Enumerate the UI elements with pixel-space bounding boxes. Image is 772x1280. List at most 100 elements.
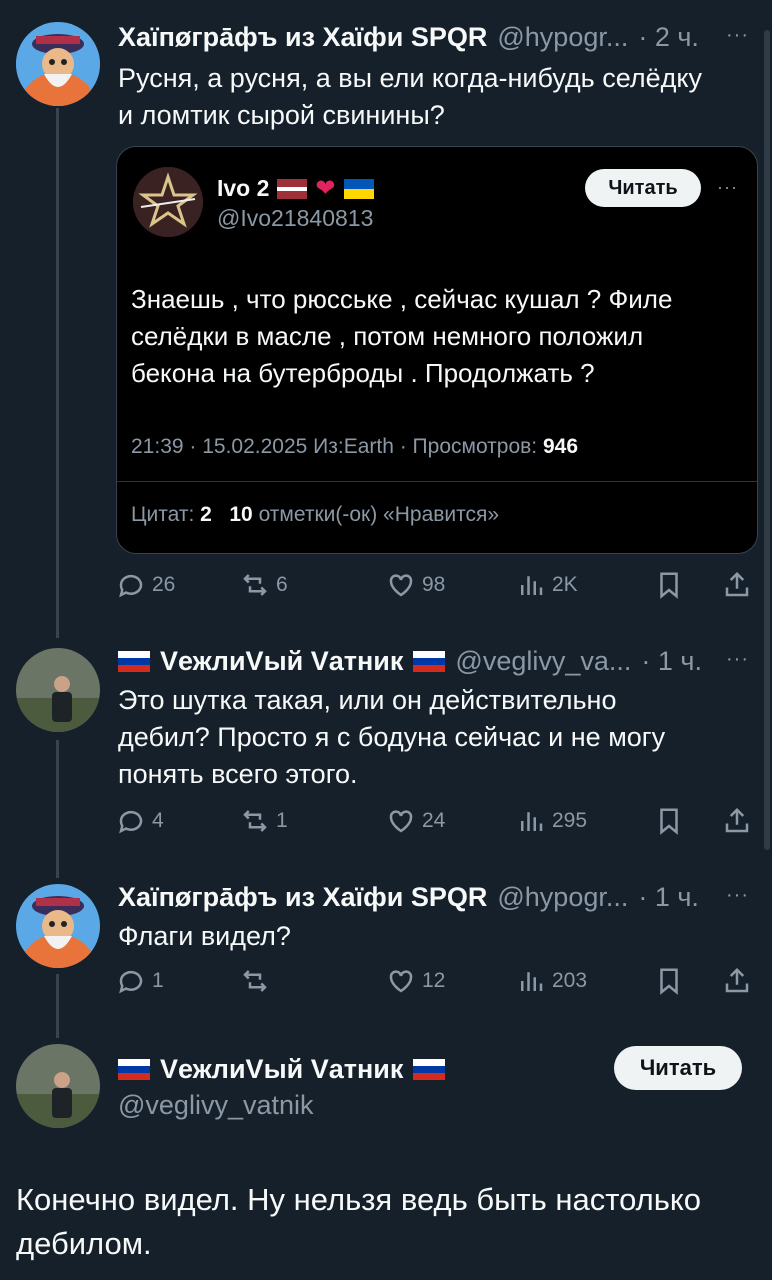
author-name[interactable]: VежлиVый Vатник xyxy=(160,1054,403,1085)
quotes-count[interactable]: 2 xyxy=(200,503,212,526)
like-button[interactable]: 98 xyxy=(386,570,445,600)
views-button[interactable]: 203 xyxy=(516,966,587,996)
like-count: 98 xyxy=(422,573,446,596)
russia-flag-icon xyxy=(413,650,446,673)
reply-button[interactable]: 4 xyxy=(116,806,164,836)
post-text: Русня, а русня, а вы ели когда-нибудь се… xyxy=(118,63,703,93)
bar-chart-icon xyxy=(521,576,543,595)
repost-count: 1 xyxy=(276,809,288,832)
repost-button[interactable]: 1 xyxy=(240,806,288,836)
quote-text: Знаешь , что рюсське , сейчас кушал ? Фи… xyxy=(131,284,673,314)
like-count: 12 xyxy=(422,969,446,992)
more-icon[interactable]: ··· xyxy=(726,884,749,907)
author-name[interactable]: VежлиVый Vатник xyxy=(160,646,403,677)
like-count: 24 xyxy=(422,809,446,832)
avatar-illustration xyxy=(16,884,100,968)
bookmark-button[interactable] xyxy=(654,806,684,836)
repost-icon xyxy=(243,574,267,596)
post-text: Это шутка такая, или он действительно xyxy=(118,685,617,715)
reply-count: 1 xyxy=(152,969,164,992)
like-button[interactable]: 12 xyxy=(386,966,445,996)
latvia-flag-icon xyxy=(277,178,308,199)
reply-count: 26 xyxy=(152,573,176,596)
reply-button[interactable]: 26 xyxy=(116,570,175,600)
quote-author-name[interactable]: Ivo 2 xyxy=(217,175,269,202)
author-name[interactable]: Хаїпøгрāфъ из Хаїфи SPQR xyxy=(118,22,487,53)
reply-icon xyxy=(119,574,143,598)
reply-icon xyxy=(119,810,143,834)
heart-icon xyxy=(389,970,413,993)
share-icon xyxy=(725,807,749,833)
heart-icon xyxy=(389,574,413,597)
quote-meta: 21:39 · 15.02.2025 Из:Earth · Просмотров… xyxy=(131,435,538,458)
more-icon[interactable]: ··· xyxy=(726,24,749,47)
avatar[interactable] xyxy=(16,648,100,732)
views-count: 295 xyxy=(552,809,588,832)
share-button[interactable] xyxy=(722,806,752,836)
repost-icon xyxy=(243,970,267,992)
thread-line xyxy=(56,974,59,1038)
share-button[interactable] xyxy=(722,966,752,996)
russia-flag-icon xyxy=(118,1058,150,1081)
share-button[interactable] xyxy=(722,570,752,600)
quotes-label[interactable]: Цитат: xyxy=(131,503,194,526)
repost-icon xyxy=(243,810,267,832)
author-handle[interactable]: @hypogr... xyxy=(497,882,628,913)
quote-text: селёдки в масле , потом немного положил xyxy=(131,321,644,351)
russia-flag-icon xyxy=(413,1058,446,1081)
thread-line xyxy=(56,740,59,878)
reply-icon xyxy=(119,970,143,994)
post-text: Флаги видел? xyxy=(118,921,291,951)
bookmark-button[interactable] xyxy=(654,570,684,600)
post-time[interactable]: · 1 ч. xyxy=(638,882,699,913)
reply-count: 4 xyxy=(152,809,164,832)
repost-button[interactable] xyxy=(240,966,276,996)
follow-button[interactable]: Читать xyxy=(585,169,701,207)
divider xyxy=(117,481,757,482)
bookmark-icon xyxy=(660,572,678,599)
author-handle[interactable]: @veglivy_va... xyxy=(455,646,631,677)
quoted-post[interactable]: Ivo 2 ❤ @Ivo21840813 Читать ··· Знаешь ,… xyxy=(116,146,758,554)
bookmark-icon xyxy=(660,808,678,835)
bookmark-icon xyxy=(660,968,678,995)
avatar[interactable] xyxy=(16,22,100,106)
views-count: 203 xyxy=(552,969,588,992)
post-text: дебил? Просто я с бодуна сейчас и не мог… xyxy=(118,722,666,752)
thread-line xyxy=(56,108,59,638)
quote-author-handle[interactable]: @Ivo21840813 xyxy=(217,205,373,232)
avatar-photo xyxy=(16,648,100,732)
quote-text: бекона на бутерброды . Продолжать ? xyxy=(131,358,595,388)
quote-avatar[interactable] xyxy=(133,167,203,237)
views-count: 2K xyxy=(552,573,578,596)
ukraine-flag-icon xyxy=(343,178,374,199)
scrollbar[interactable] xyxy=(764,30,770,850)
post-time[interactable]: · 1 ч. xyxy=(641,646,702,677)
avatar-illustration xyxy=(16,22,100,106)
post-time[interactable]: · 2 ч. xyxy=(638,22,699,53)
heart-icon xyxy=(389,810,413,833)
repost-count: 6 xyxy=(276,573,288,596)
likes-count[interactable]: 10 xyxy=(229,503,252,526)
views-button[interactable]: 295 xyxy=(516,806,587,836)
like-button[interactable]: 24 xyxy=(386,806,445,836)
follow-button[interactable]: Читать xyxy=(614,1046,742,1090)
post-text: дебилом. xyxy=(16,1226,152,1261)
avatar-photo xyxy=(16,1044,100,1128)
post-text: Конечно видел. Ну нельзя ведь быть насто… xyxy=(16,1182,702,1217)
reply-button[interactable]: 1 xyxy=(116,966,164,996)
post-text: и ломтик сырой свинины? xyxy=(118,100,445,130)
bar-chart-icon xyxy=(521,812,543,831)
author-handle[interactable]: @hypogr... xyxy=(497,22,628,53)
share-icon xyxy=(725,571,749,597)
views-button[interactable]: 2K xyxy=(516,570,578,600)
more-icon[interactable]: ··· xyxy=(726,648,749,671)
avatar[interactable] xyxy=(16,1044,100,1128)
bookmark-button[interactable] xyxy=(654,966,684,996)
russia-flag-icon xyxy=(118,650,150,673)
author-handle[interactable]: @veglivy_vatnik xyxy=(118,1090,314,1121)
author-name[interactable]: Хаїпøгрāфъ из Хаїфи SPQR xyxy=(118,882,487,913)
likes-label[interactable]: отметки(-ок) «Нравится» xyxy=(259,503,500,526)
avatar[interactable] xyxy=(16,884,100,968)
repost-button[interactable]: 6 xyxy=(240,570,288,600)
more-icon[interactable]: ··· xyxy=(717,177,738,198)
